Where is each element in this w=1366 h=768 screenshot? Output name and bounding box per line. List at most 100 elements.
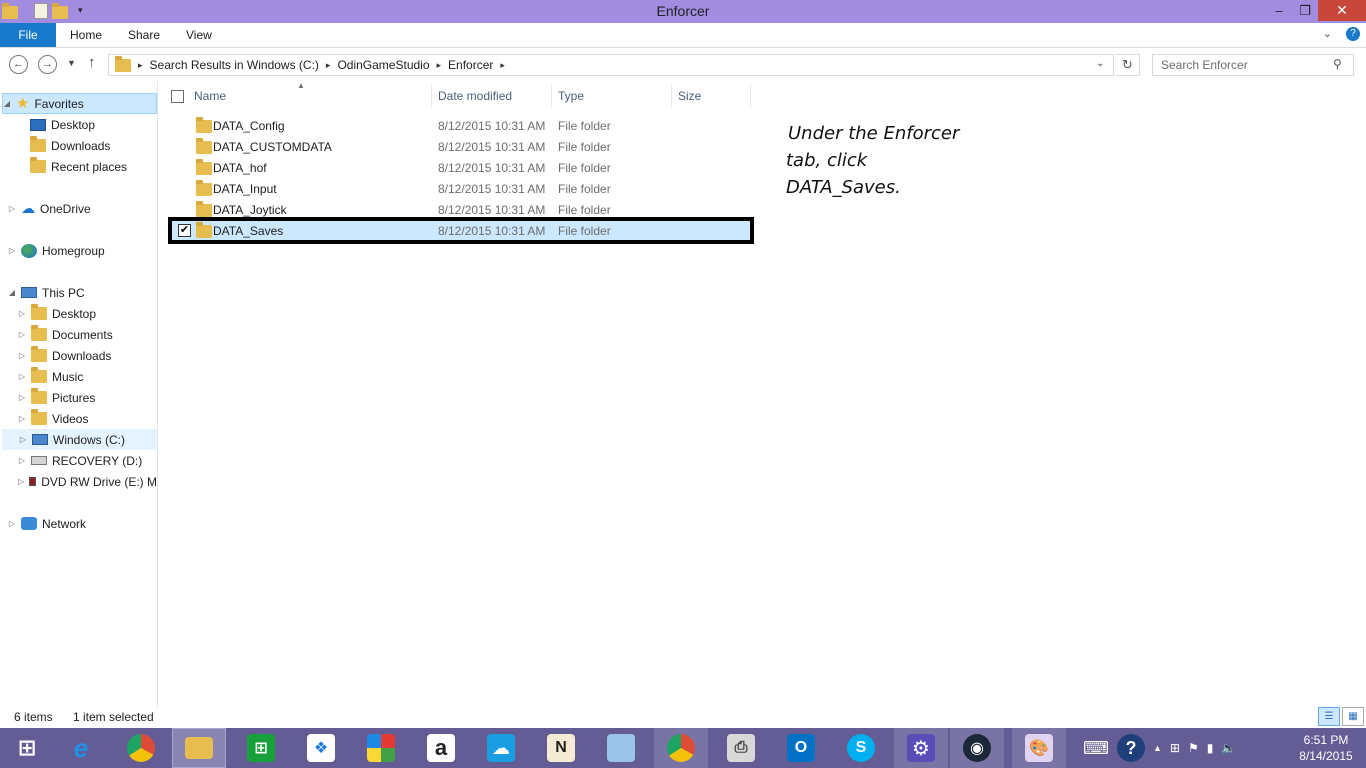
expand-icon[interactable]: ▷ [18, 456, 26, 465]
taskbar-settings[interactable]: ⚙ [894, 728, 948, 768]
details-view-icon[interactable]: ☰ [1318, 707, 1340, 726]
select-all-checkbox[interactable] [171, 90, 184, 103]
taskbar-skype[interactable]: S [834, 728, 888, 768]
sidebar-item-network[interactable]: ▷ Network [8, 513, 86, 534]
expand-icon[interactable]: ▷ [18, 372, 26, 381]
expand-icon[interactable]: ▷ [18, 393, 26, 402]
sidebar-item-homegroup[interactable]: ▷ Homegroup [8, 240, 105, 261]
sidebar-item-pc-desktop[interactable]: ▷ Desktop [18, 303, 96, 324]
chevron-right-icon[interactable]: ▸ [437, 60, 442, 71]
taskbar-store[interactable]: ⊞ [234, 728, 288, 768]
column-header-size[interactable]: Size [678, 85, 701, 107]
tab-home[interactable]: Home [70, 23, 102, 47]
column-header-type[interactable]: Type [558, 85, 584, 107]
forward-button[interactable]: → [38, 55, 57, 74]
taskbar-game-app[interactable] [354, 728, 408, 768]
sidebar-item-this-pc[interactable]: ◢ This PC [8, 282, 85, 303]
file-row[interactable]: DATA_CUSTOMDATA 8/12/2015 10:31 AM File … [171, 136, 751, 157]
expand-icon[interactable]: ▷ [8, 246, 16, 255]
expand-icon[interactable]: ▷ [18, 477, 24, 486]
sidebar-item-favorites[interactable]: ◢ ★ Favorites [2, 93, 157, 114]
expand-icon[interactable]: ▷ [18, 351, 26, 360]
taskbar-chrome[interactable] [114, 728, 168, 768]
tab-view[interactable]: View [186, 23, 212, 47]
system-clock[interactable]: 6:51 PM 8/14/2015 [1296, 732, 1356, 764]
large-icons-view-icon[interactable]: ▦ [1342, 707, 1364, 726]
expand-icon[interactable]: ▷ [8, 519, 16, 528]
expand-icon[interactable]: ▷ [18, 330, 26, 339]
column-divider[interactable] [750, 85, 751, 107]
refresh-button[interactable]: ↻ [1116, 54, 1140, 76]
sidebar-item-music[interactable]: ▷ Music [18, 366, 83, 387]
address-bar[interactable]: ▸ Search Results in Windows (C:) ▸ OdinG… [108, 54, 1114, 76]
file-row-selected[interactable]: ✔ DATA_Saves 8/12/2015 10:31 AM File fol… [168, 217, 754, 244]
sidebar-item-dvd-e[interactable]: ▷ DVD RW Drive (E:) M [18, 471, 157, 492]
row-checkbox[interactable] [178, 182, 191, 195]
collapse-icon[interactable]: ◢ [8, 288, 16, 297]
expand-icon[interactable]: ▷ [8, 204, 16, 213]
expand-icon[interactable]: ▷ [18, 414, 26, 423]
taskbar-onedrive[interactable]: ☁ [474, 728, 528, 768]
show-hidden-icons-icon[interactable]: ▲ [1153, 743, 1162, 753]
file-row[interactable]: DATA_Config 8/12/2015 10:31 AM File fold… [171, 115, 751, 136]
sidebar-item-videos[interactable]: ▷ Videos [18, 408, 88, 429]
sidebar-item-pc-downloads[interactable]: ▷ Downloads [18, 345, 111, 366]
file-row[interactable]: DATA_hof 8/12/2015 10:31 AM File folder [171, 157, 751, 178]
battery-icon[interactable]: ▮ [1207, 741, 1214, 755]
taskbar-notes[interactable] [594, 728, 648, 768]
sidebar-item-recovery-d[interactable]: ▷ RECOVERY (D:) [18, 450, 142, 471]
help-circle-icon[interactable]: ? [1116, 734, 1145, 762]
breadcrumb-enforcer[interactable]: Enforcer [448, 58, 493, 72]
taskbar-paint[interactable]: 🎨 [1012, 728, 1066, 768]
sidebar-item-pictures[interactable]: ▷ Pictures [18, 387, 95, 408]
chevron-right-icon[interactable]: ▸ [326, 60, 331, 71]
taskbar-file-explorer[interactable] [172, 728, 226, 768]
column-header-name[interactable]: Name [194, 85, 226, 107]
chevron-right-icon[interactable]: ▸ [138, 60, 143, 71]
file-row[interactable]: DATA_Input 8/12/2015 10:31 AM File folde… [171, 178, 751, 199]
column-divider[interactable] [551, 85, 552, 107]
minimize-button[interactable]: ‒ [1266, 0, 1292, 21]
address-dropdown-icon[interactable]: ⌄ [1096, 58, 1104, 69]
search-input[interactable]: Search Enforcer [1152, 54, 1354, 76]
back-button[interactable]: ← [9, 55, 28, 74]
collapse-icon[interactable]: ◢ [3, 99, 11, 108]
sidebar-item-downloads[interactable]: Downloads [30, 135, 110, 156]
column-header-date[interactable]: Date modified [438, 85, 512, 107]
tab-share[interactable]: Share [128, 23, 160, 47]
row-checkbox[interactable] [178, 140, 191, 153]
file-row[interactable]: DATA_Joytick 8/12/2015 10:31 AM File fol… [171, 199, 751, 220]
volume-icon[interactable]: 🔈 [1221, 741, 1236, 755]
flag-icon[interactable]: ⚑ [1188, 741, 1199, 755]
expand-icon[interactable]: ▷ [18, 309, 26, 318]
taskbar-fax[interactable]: ⎙ [714, 728, 768, 768]
taskbar-internet-explorer[interactable]: e [54, 728, 108, 768]
sidebar-item-onedrive[interactable]: ▷ ☁ OneDrive [8, 198, 91, 219]
recent-locations-dropdown-icon[interactable]: ▼ [67, 58, 76, 68]
taskbar-steam[interactable]: ◉ [950, 728, 1004, 768]
expand-ribbon-icon[interactable]: ⌄ [1323, 27, 1332, 41]
row-checkbox[interactable] [178, 161, 191, 174]
column-divider[interactable] [431, 85, 432, 107]
maximize-button[interactable]: ❐ [1292, 0, 1318, 21]
breadcrumb-search-results[interactable]: Search Results in Windows (C:) [150, 58, 319, 72]
help-icon[interactable]: ? [1346, 27, 1360, 41]
taskbar-notepad[interactable]: N [534, 728, 588, 768]
chevron-right-icon[interactable]: ▸ [500, 60, 505, 71]
sidebar-item-documents[interactable]: ▷ Documents [18, 324, 113, 345]
keyboard-icon[interactable]: ⌨ [1083, 738, 1109, 759]
row-checkbox[interactable] [178, 203, 191, 216]
sidebar-item-recent-places[interactable]: Recent places [30, 156, 127, 177]
tab-file[interactable]: File [0, 23, 56, 47]
taskbar-chrome-2[interactable] [654, 728, 708, 768]
search-icon[interactable]: ⚲ [1333, 57, 1358, 71]
expand-icon[interactable]: ▷ [19, 435, 27, 444]
up-button[interactable]: ↑ [88, 54, 96, 71]
close-button[interactable]: ✕ [1318, 0, 1366, 21]
sidebar-item-windows-c[interactable]: ▷ Windows (C:) [2, 429, 157, 450]
row-checkbox-checked[interactable]: ✔ [178, 224, 191, 237]
action-center-icon[interactable]: ⊞ [1170, 741, 1180, 755]
row-checkbox[interactable] [178, 119, 191, 132]
taskbar-outlook[interactable]: O [774, 728, 828, 768]
sidebar-item-desktop[interactable]: Desktop [30, 114, 95, 135]
